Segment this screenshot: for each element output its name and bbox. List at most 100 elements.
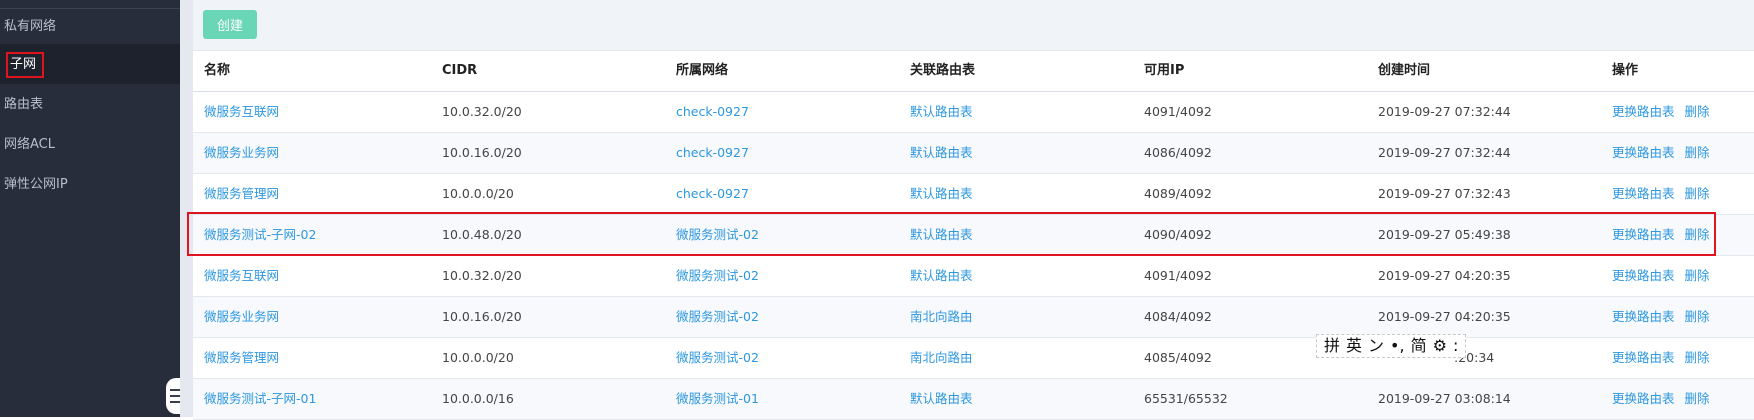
change-route-table-link[interactable]: 更换路由表 bbox=[1612, 104, 1675, 119]
route-table-link[interactable]: 南北向路由 bbox=[910, 338, 973, 378]
table-row: 微服务管理网 10.0.0.0/20 微服务测试-02 南北向路由 4085/4… bbox=[193, 338, 1754, 379]
change-route-table-link[interactable]: 更换路由表 bbox=[1612, 391, 1675, 406]
table-row: 微服务互联网 10.0.32.0/20 check-0927 默认路由表 409… bbox=[193, 92, 1754, 133]
sidebar-item-label: 路由表 bbox=[4, 97, 44, 112]
column-header-name: 名称 bbox=[204, 63, 231, 78]
subnet-name-link[interactable]: 微服务互联网 bbox=[204, 92, 279, 132]
table-header: 名称 CIDR 所属网络 关联路由表 可用IP 创建时间 操作 bbox=[193, 50, 1754, 92]
subnet-name-link[interactable]: 微服务互联网 bbox=[204, 256, 279, 296]
table-row: 微服务业务网 10.0.16.0/20 check-0927 默认路由表 408… bbox=[193, 133, 1754, 174]
ime-pinyin-icon[interactable]: 拼 bbox=[1324, 336, 1340, 355]
delete-link[interactable]: 删除 bbox=[1685, 309, 1710, 324]
network-link[interactable]: check-0927 bbox=[676, 92, 749, 132]
network-link[interactable]: 微服务测试-01 bbox=[676, 379, 759, 419]
sidebar-item-label: 网络ACL bbox=[4, 137, 55, 152]
available-ip-value: 4086/4092 bbox=[1144, 145, 1212, 160]
table-row: 微服务测试-子网-02 10.0.48.0/20 微服务测试-02 默认路由表 … bbox=[193, 215, 1754, 256]
cidr-value: 10.0.48.0/20 bbox=[442, 227, 522, 242]
network-link[interactable]: check-0927 bbox=[676, 133, 749, 173]
available-ip-value: 4091/4092 bbox=[1144, 104, 1212, 119]
delete-link[interactable]: 删除 bbox=[1685, 104, 1710, 119]
route-table-link[interactable]: 默认路由表 bbox=[910, 92, 973, 132]
network-link[interactable]: 微服务测试-02 bbox=[676, 338, 759, 378]
ime-settings-icon[interactable]: ⚙ bbox=[1433, 336, 1447, 355]
sidebar-item-elastic-ip[interactable]: 弹性公网IP bbox=[0, 165, 180, 205]
sidebar-gutter bbox=[180, 0, 193, 417]
change-route-table-link[interactable]: 更换路由表 bbox=[1612, 350, 1675, 365]
column-header-network: 所属网络 bbox=[676, 63, 729, 78]
available-ip-value: 4085/4092 bbox=[1144, 350, 1212, 365]
table-row: 微服务管理网 10.0.0.0/20 check-0927 默认路由表 4089… bbox=[193, 174, 1754, 215]
change-route-table-link[interactable]: 更换路由表 bbox=[1612, 145, 1675, 160]
table-row: 微服务业务网 10.0.16.0/20 微服务测试-02 南北向路由 4084/… bbox=[193, 297, 1754, 338]
sidebar-item-network-acl[interactable]: 网络ACL bbox=[0, 125, 180, 165]
created-time-value: 2019-09-27 05:49:38 bbox=[1378, 227, 1511, 242]
route-table-link[interactable]: 默认路由表 bbox=[910, 256, 973, 296]
network-link[interactable]: 微服务测试-02 bbox=[676, 215, 759, 255]
cidr-value: 10.0.16.0/20 bbox=[442, 309, 522, 324]
cidr-value: 10.0.0.0/20 bbox=[442, 186, 514, 201]
subnet-name-link[interactable]: 微服务测试-子网-01 bbox=[204, 379, 316, 419]
toolbar: 创建 bbox=[193, 0, 1754, 50]
delete-link[interactable]: 删除 bbox=[1685, 391, 1710, 406]
change-route-table-link[interactable]: 更换路由表 bbox=[1612, 268, 1675, 283]
subnet-name-link[interactable]: 微服务测试-子网-02 bbox=[204, 215, 316, 255]
column-header-available-ip: 可用IP bbox=[1144, 63, 1185, 78]
create-button[interactable]: 创建 bbox=[203, 10, 257, 39]
cidr-value: 10.0.0.0/20 bbox=[442, 350, 514, 365]
created-time-value: 2019-09-27 04:20:35 bbox=[1378, 309, 1511, 324]
delete-link[interactable]: 删除 bbox=[1685, 350, 1710, 365]
ime-moon-icon[interactable]: ン bbox=[1368, 336, 1384, 355]
delete-link[interactable]: 删除 bbox=[1685, 145, 1710, 160]
created-time-value: 2019-09-27 07:32:44 bbox=[1378, 145, 1511, 160]
table-row: 微服务互联网 10.0.32.0/20 微服务测试-02 默认路由表 4091/… bbox=[193, 256, 1754, 297]
route-table-link[interactable]: 默认路由表 bbox=[910, 215, 973, 255]
sidebar-item-label: 私有网络 bbox=[4, 19, 57, 34]
ime-toolbar[interactable]: 拼英ン •, 简 ⚙: bbox=[1316, 334, 1467, 358]
available-ip-value: 4090/4092 bbox=[1144, 227, 1212, 242]
sidebar-item-label: 弹性公网IP bbox=[4, 177, 68, 192]
subnet-name-link[interactable]: 微服务管理网 bbox=[204, 338, 279, 378]
sidebar-item-label: 子网 bbox=[6, 52, 45, 78]
created-time-value: 2019-09-27 07:32:44 bbox=[1378, 104, 1511, 119]
sidebar-item-subnet[interactable]: 子网 bbox=[0, 44, 180, 84]
delete-link[interactable]: 删除 bbox=[1685, 186, 1710, 201]
subnet-name-link[interactable]: 微服务业务网 bbox=[204, 133, 279, 173]
delete-link[interactable]: 删除 bbox=[1685, 227, 1710, 242]
route-table-link[interactable]: 默认路由表 bbox=[910, 133, 973, 173]
subnet-name-link[interactable]: 微服务管理网 bbox=[204, 174, 279, 214]
sidebar-item-route-table[interactable]: 路由表 bbox=[0, 85, 180, 125]
cidr-value: 10.0.0.0/16 bbox=[442, 391, 514, 406]
change-route-table-link[interactable]: 更换路由表 bbox=[1612, 186, 1675, 201]
main-content: 创建 名称 CIDR 所属网络 关联路由表 可用IP 创建时间 操作 微服务互联… bbox=[193, 0, 1754, 420]
change-route-table-link[interactable]: 更换路由表 bbox=[1612, 309, 1675, 324]
network-link[interactable]: 微服务测试-02 bbox=[676, 297, 759, 337]
column-header-actions: 操作 bbox=[1612, 63, 1639, 78]
delete-link[interactable]: 删除 bbox=[1685, 268, 1710, 283]
ime-simplified-toggle[interactable]: 简 bbox=[1411, 336, 1427, 355]
network-link[interactable]: check-0927 bbox=[676, 174, 749, 214]
column-header-cidr: CIDR bbox=[442, 63, 478, 78]
sidebar-item-private-network[interactable]: 私有网络 bbox=[0, 7, 180, 47]
ime-english-toggle[interactable]: 英 bbox=[1346, 336, 1362, 355]
available-ip-value: 65531/65532 bbox=[1144, 391, 1228, 406]
cidr-value: 10.0.32.0/20 bbox=[442, 104, 522, 119]
column-header-route-table: 关联路由表 bbox=[910, 63, 976, 78]
subnet-name-link[interactable]: 微服务业务网 bbox=[204, 297, 279, 337]
cidr-value: 10.0.16.0/20 bbox=[442, 145, 522, 160]
ime-punctuation-icon[interactable]: •, bbox=[1390, 336, 1405, 355]
created-time-value: 2019-09-27 04:20:35 bbox=[1378, 268, 1511, 283]
route-table-link[interactable]: 南北向路由 bbox=[910, 297, 973, 337]
table-row: 微服务测试-子网-01 10.0.0.0/16 微服务测试-01 默认路由表 6… bbox=[193, 379, 1754, 420]
available-ip-value: 4089/4092 bbox=[1144, 186, 1212, 201]
network-link[interactable]: 微服务测试-02 bbox=[676, 256, 759, 296]
cidr-value: 10.0.32.0/20 bbox=[442, 268, 522, 283]
change-route-table-link[interactable]: 更换路由表 bbox=[1612, 227, 1675, 242]
subnet-table: 名称 CIDR 所属网络 关联路由表 可用IP 创建时间 操作 微服务互联网 1… bbox=[193, 50, 1754, 420]
route-table-link[interactable]: 默认路由表 bbox=[910, 174, 973, 214]
ime-more-icon[interactable]: : bbox=[1453, 336, 1458, 355]
created-time-value: 2019-09-27 07:32:43 bbox=[1378, 186, 1511, 201]
created-time-value: 2019-09-27 03:08:14 bbox=[1378, 391, 1511, 406]
route-table-link[interactable]: 默认路由表 bbox=[910, 379, 973, 419]
sidebar: 私有网络 子网 路由表 网络ACL 弹性公网IP bbox=[0, 0, 182, 417]
